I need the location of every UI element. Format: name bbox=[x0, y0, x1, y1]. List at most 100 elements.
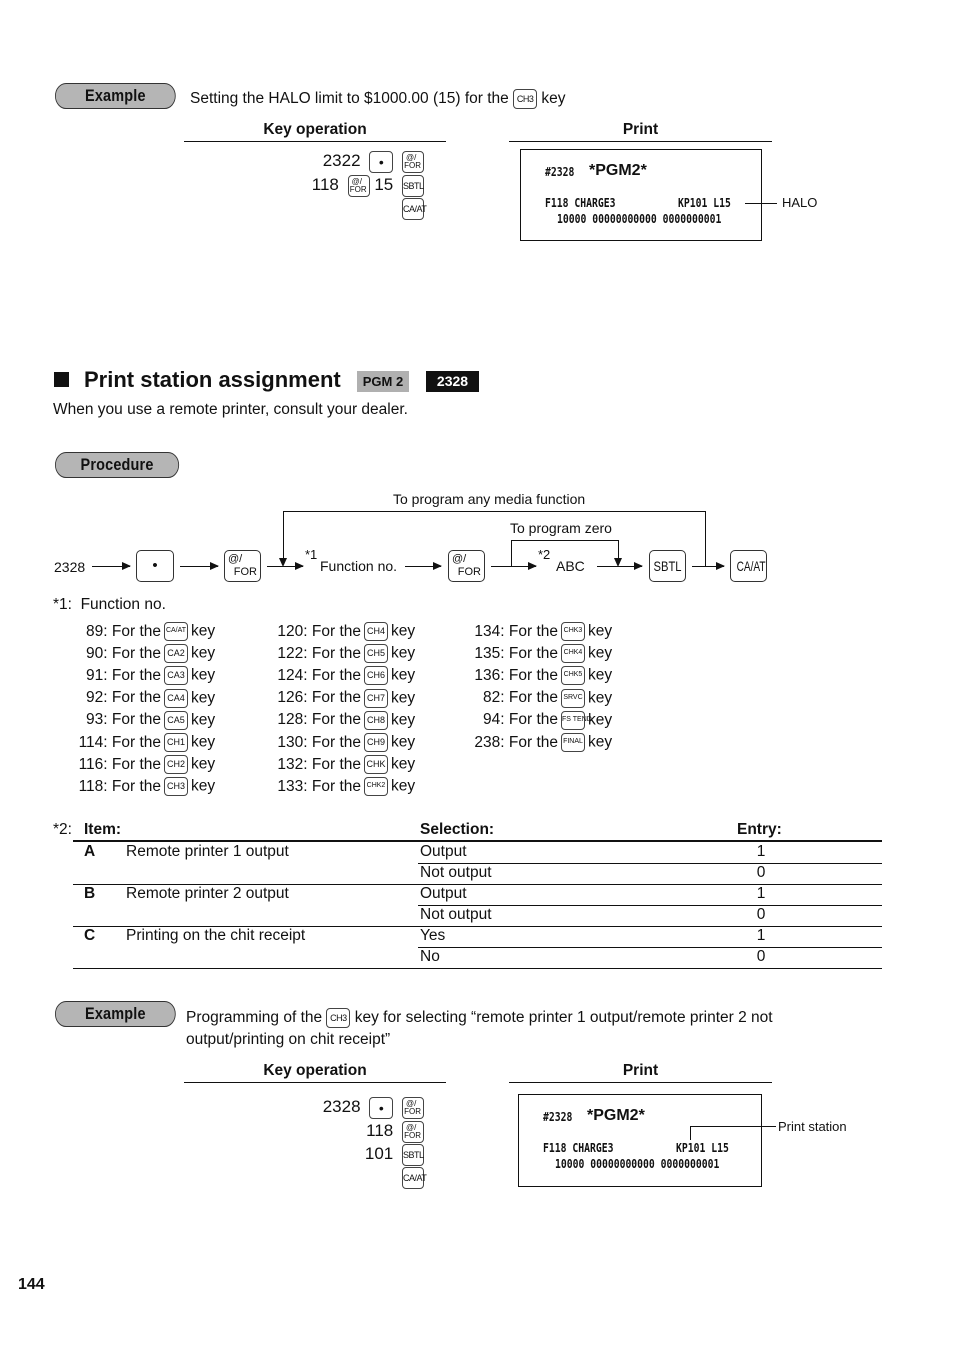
flow-arrow bbox=[692, 562, 725, 570]
function-number: 94: For the bbox=[483, 711, 558, 729]
key-word: key bbox=[191, 622, 216, 640]
function-list-item: 122: For the CH5 key bbox=[277, 644, 416, 664]
function-list-item: 94: For the FS TENDkey bbox=[483, 710, 613, 730]
caat-key-icon: CA/AT bbox=[402, 1167, 427, 1189]
function-list-item: 124: For the CH6 key bbox=[277, 666, 416, 686]
sbtl-key: SBTL bbox=[649, 550, 686, 582]
function-number: 116: For the bbox=[78, 755, 161, 773]
key-word: key bbox=[588, 689, 613, 707]
table-header-rule bbox=[73, 840, 882, 842]
register-key-icon: CA5 bbox=[164, 710, 188, 730]
note2-marker: *2 bbox=[538, 547, 551, 562]
key-word: key bbox=[588, 622, 613, 640]
register-key-icon: CH5 bbox=[364, 644, 388, 664]
description-text: Programming of the bbox=[186, 1009, 323, 1027]
key-op-number: 2322 bbox=[322, 151, 361, 171]
flow-arrow bbox=[92, 562, 131, 570]
function-list-item: 91: For the CA3 key bbox=[86, 666, 215, 686]
ch3-key-icon: CH3 bbox=[513, 89, 538, 109]
key-op-row: 2328 • @/FOR bbox=[323, 1097, 424, 1119]
receipt-title: *PGM2* bbox=[587, 1107, 645, 1124]
option-divider bbox=[418, 947, 882, 948]
key-word: key bbox=[391, 644, 416, 662]
for-key: @/ FOR bbox=[224, 550, 261, 582]
abc-label: ABC bbox=[556, 558, 585, 574]
item-letter: C bbox=[84, 927, 96, 944]
key-word: key bbox=[191, 777, 216, 795]
key-word: key bbox=[391, 777, 416, 795]
example-description: Setting the HALO limit to $1000.00 (15) … bbox=[190, 89, 566, 109]
function-number: 82: For the bbox=[483, 689, 558, 707]
for-key-icon: @/FOR bbox=[402, 151, 424, 173]
key-word: key bbox=[391, 622, 416, 640]
key-op-row: 118 @/FOR 15 SBTL bbox=[312, 175, 424, 197]
register-key-icon: CHK3 bbox=[561, 622, 585, 641]
loop-zero-label: To program zero bbox=[510, 520, 612, 536]
key-word: key bbox=[191, 755, 216, 773]
flow-arrow bbox=[267, 562, 304, 570]
sbtl-key-icon: SBTL bbox=[402, 175, 424, 197]
key-word: key bbox=[191, 733, 216, 751]
function-list-item: 93: For the CA5 key bbox=[86, 710, 215, 730]
key-word: key bbox=[588, 711, 613, 729]
note1-label: Function no. bbox=[80, 596, 166, 613]
note1-marker-text: *1: bbox=[53, 596, 72, 613]
key-word: key bbox=[588, 666, 613, 684]
key-op-row: CA/AT bbox=[398, 1167, 427, 1189]
register-key-icon: CA2 bbox=[164, 644, 188, 664]
receipt-code: #2328 bbox=[543, 1109, 573, 1124]
example-badge: Example bbox=[55, 1001, 176, 1027]
key-word: key bbox=[191, 644, 216, 662]
halo-callout: HALO bbox=[782, 195, 818, 210]
section-bullet-icon bbox=[54, 372, 69, 387]
procedure-badge: Procedure bbox=[55, 452, 180, 478]
function-number: 136: For the bbox=[474, 666, 558, 684]
function-list-item: 132: For the CHK key bbox=[277, 755, 415, 775]
example-description: Programming of the CH3 key for selecting… bbox=[186, 1008, 773, 1028]
caat-key: CA/AT bbox=[730, 550, 767, 582]
function-number: 93: For the bbox=[86, 711, 161, 729]
register-key-icon: FS TEND bbox=[561, 710, 592, 730]
page-number: 144 bbox=[18, 1276, 45, 1293]
decimal-key-icon: • bbox=[369, 151, 394, 173]
decimal-key-icon: • bbox=[369, 1097, 394, 1119]
decimal-key-label: • bbox=[152, 557, 158, 574]
key-op-row: 101 SBTL bbox=[365, 1144, 424, 1166]
print-header: Print bbox=[509, 121, 772, 142]
register-key-icon: CHK4 bbox=[561, 644, 585, 664]
entry-value: 0 bbox=[756, 864, 766, 881]
key-word: key bbox=[191, 689, 216, 707]
key-operation-header: Key operation bbox=[184, 121, 446, 142]
register-key-icon: SRVC bbox=[561, 688, 585, 708]
receipt-line: F118 CHARGE3 bbox=[543, 1140, 614, 1155]
loop-zero-left bbox=[511, 540, 512, 567]
function-number: 89: For the bbox=[86, 622, 161, 640]
receipt-line: F118 CHARGE3 bbox=[545, 195, 616, 210]
key-word: key bbox=[391, 711, 416, 729]
item-description: Remote printer 1 output bbox=[126, 843, 289, 860]
register-key-icon: CA/AT bbox=[164, 622, 188, 641]
function-list-item: 128: For the CH8 key bbox=[277, 710, 416, 730]
function-list-item: 135: For the CHK4 key bbox=[474, 644, 612, 664]
sbtl-key-icon: SBTL bbox=[402, 1144, 424, 1166]
selection-header: Selection: bbox=[420, 821, 495, 838]
for-key-bottom: FOR bbox=[233, 566, 257, 578]
flow-arrow bbox=[491, 562, 537, 570]
function-number: 130: For the bbox=[277, 733, 361, 751]
function-number: 118: For the bbox=[78, 777, 161, 795]
key-word: key bbox=[391, 666, 416, 684]
register-key-icon: CH6 bbox=[364, 666, 388, 686]
register-key-icon: CA3 bbox=[164, 666, 188, 686]
function-list-item: 136: For the CHK5 key bbox=[474, 666, 613, 686]
register-key-icon: CH7 bbox=[364, 688, 388, 708]
flow-arrow bbox=[405, 562, 442, 570]
entry-value: 0 bbox=[756, 948, 766, 965]
for-key: @/ FOR bbox=[448, 550, 485, 582]
section-title: Print station assignment bbox=[84, 367, 341, 392]
sbtl-key-label: SBTL bbox=[653, 558, 682, 574]
register-key-icon: CH2 bbox=[164, 755, 188, 775]
register-key-icon: CHK5 bbox=[561, 666, 585, 686]
function-list-item: 90: For the CA2 key bbox=[86, 644, 216, 664]
function-number: 92: For the bbox=[86, 689, 161, 707]
register-key-icon: CH1 bbox=[164, 733, 188, 752]
